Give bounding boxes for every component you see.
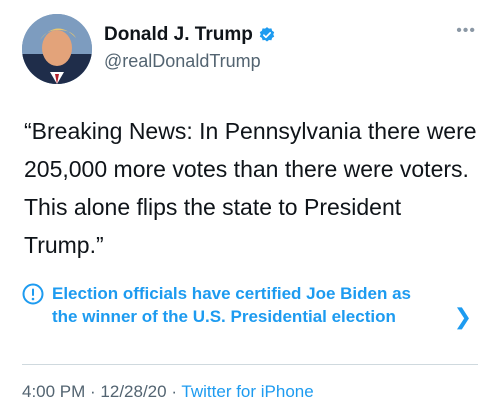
meta-separator: · [85, 382, 101, 401]
author-name-row[interactable]: Donald J. Trump [104, 24, 276, 46]
divider [22, 364, 478, 365]
election-info-label[interactable]: Election officials have certified Joe Bi… [22, 282, 478, 330]
chevron-right-icon[interactable]: ❯ [454, 304, 472, 330]
tweet-source[interactable]: Twitter for iPhone [181, 382, 313, 401]
tweet-meta: 4:00 PM · 12/28/20 · Twitter for iPhone [22, 382, 314, 402]
avatar[interactable] [22, 14, 92, 84]
tweet-date[interactable]: 12/28/20 [100, 382, 166, 401]
label-text[interactable]: Election officials have certified Joe Bi… [52, 282, 432, 328]
verified-badge-icon [259, 27, 275, 42]
more-options-icon[interactable]: ••• [456, 22, 476, 40]
meta-separator: · [166, 382, 182, 401]
info-circle-icon [22, 283, 44, 305]
tweet-text: “Breaking News: In Pennsylvania there we… [24, 118, 477, 258]
display-name[interactable]: Donald J. Trump [104, 24, 253, 46]
user-handle[interactable]: @realDonaldTrump [104, 51, 261, 72]
tweet-time[interactable]: 4:00 PM [22, 382, 85, 401]
